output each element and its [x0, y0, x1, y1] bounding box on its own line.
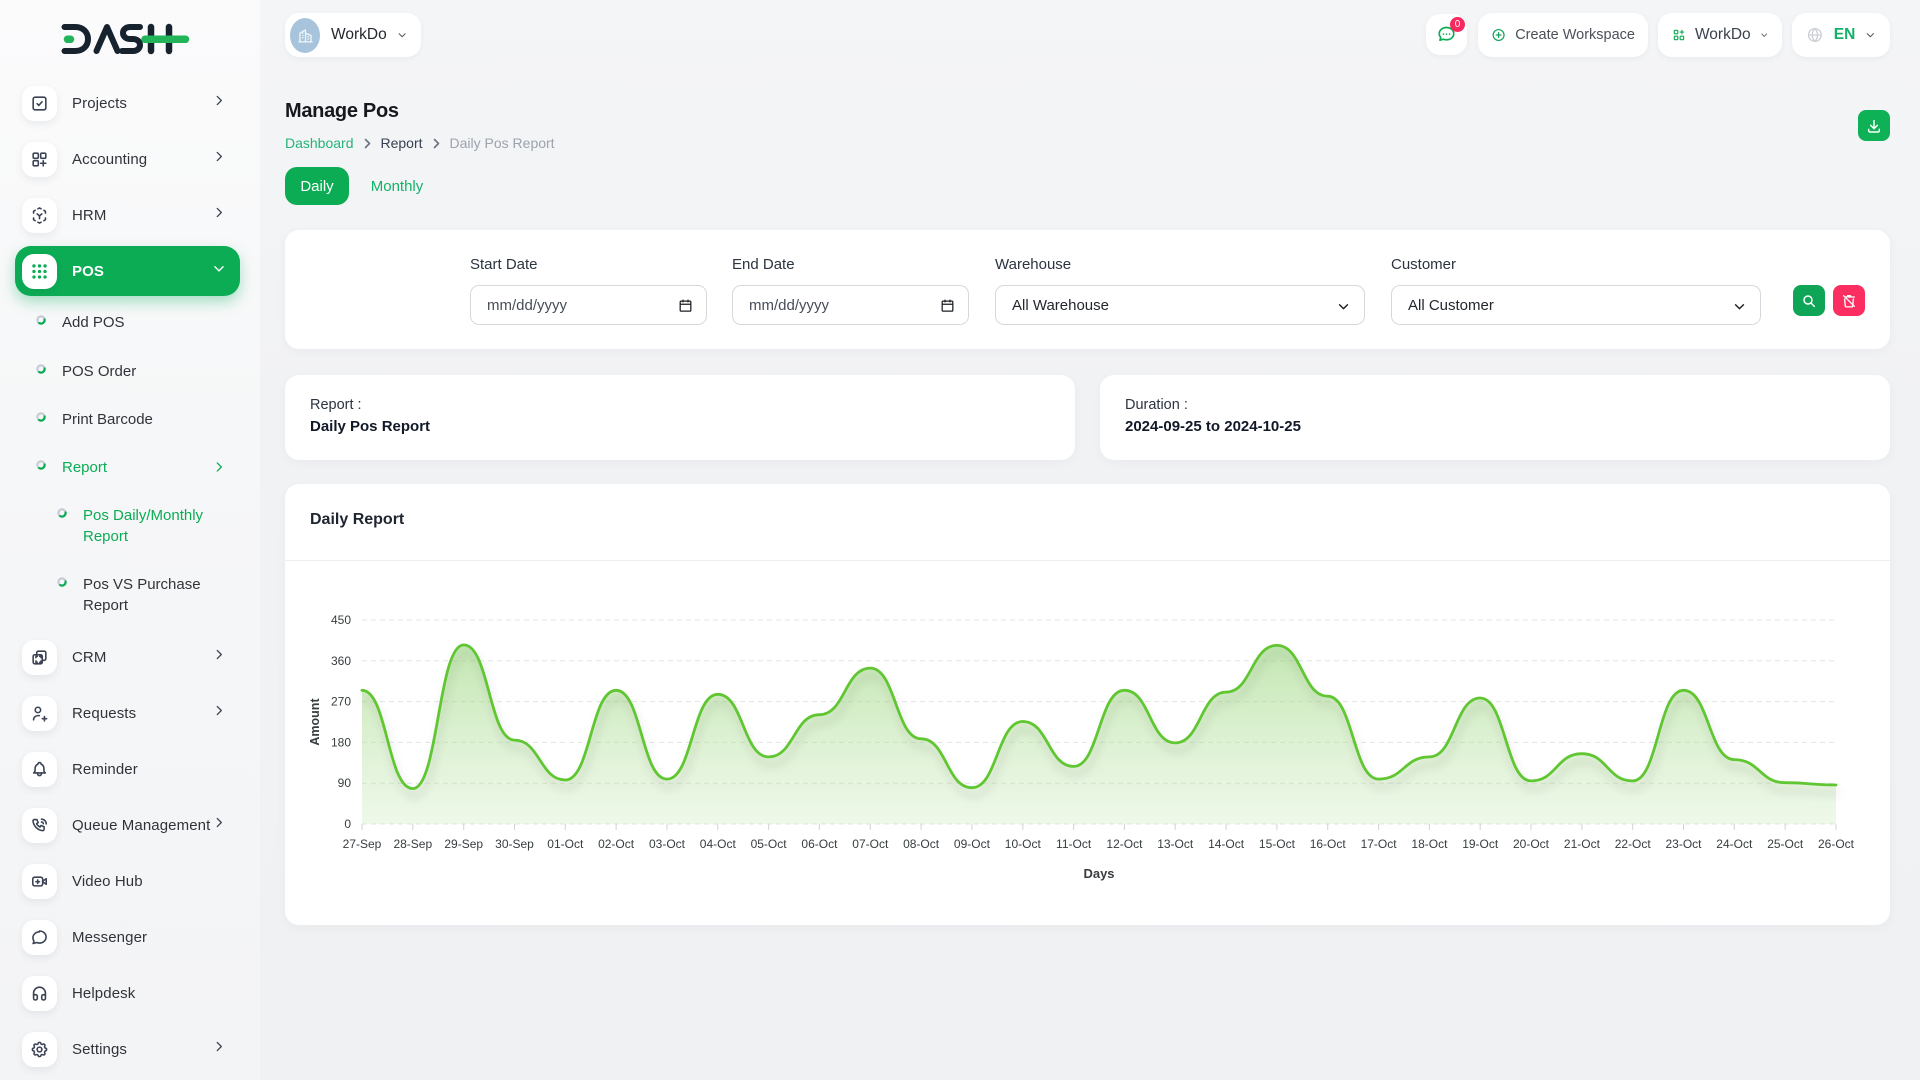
svg-text:04-Oct: 04-Oct — [700, 837, 737, 851]
svg-text:13-Oct: 13-Oct — [1157, 837, 1194, 851]
svg-text:05-Oct: 05-Oct — [751, 837, 788, 851]
svg-text:15-Oct: 15-Oct — [1259, 837, 1296, 851]
svg-text:12-Oct: 12-Oct — [1106, 837, 1143, 851]
svg-text:360: 360 — [331, 654, 351, 668]
svg-text:10-Oct: 10-Oct — [1005, 837, 1042, 851]
svg-text:22-Oct: 22-Oct — [1615, 837, 1652, 851]
svg-text:02-Oct: 02-Oct — [598, 837, 635, 851]
svg-text:26-Oct: 26-Oct — [1818, 837, 1855, 851]
svg-text:0: 0 — [344, 817, 351, 831]
svg-text:27-Sep: 27-Sep — [343, 837, 382, 851]
svg-text:16-Oct: 16-Oct — [1310, 837, 1347, 851]
svg-text:11-Oct: 11-Oct — [1056, 837, 1092, 851]
svg-text:07-Oct: 07-Oct — [852, 837, 889, 851]
svg-text:14-Oct: 14-Oct — [1208, 837, 1245, 851]
svg-text:30-Sep: 30-Sep — [495, 837, 534, 851]
svg-text:23-Oct: 23-Oct — [1665, 837, 1702, 851]
svg-text:21-Oct: 21-Oct — [1564, 837, 1601, 851]
svg-text:Amount: Amount — [308, 698, 322, 746]
svg-text:25-Oct: 25-Oct — [1767, 837, 1804, 851]
svg-text:270: 270 — [331, 695, 351, 709]
svg-text:18-Oct: 18-Oct — [1411, 837, 1448, 851]
svg-text:17-Oct: 17-Oct — [1361, 837, 1398, 851]
svg-text:24-Oct: 24-Oct — [1716, 837, 1753, 851]
svg-text:28-Sep: 28-Sep — [393, 837, 432, 851]
svg-text:03-Oct: 03-Oct — [649, 837, 686, 851]
svg-text:Days: Days — [1083, 866, 1114, 881]
svg-text:08-Oct: 08-Oct — [903, 837, 940, 851]
svg-text:180: 180 — [331, 735, 351, 749]
svg-text:06-Oct: 06-Oct — [801, 837, 838, 851]
svg-text:01-Oct: 01-Oct — [547, 837, 584, 851]
svg-text:19-Oct: 19-Oct — [1462, 837, 1499, 851]
svg-text:29-Sep: 29-Sep — [444, 837, 483, 851]
svg-text:90: 90 — [338, 776, 352, 790]
svg-text:20-Oct: 20-Oct — [1513, 837, 1550, 851]
svg-text:09-Oct: 09-Oct — [954, 837, 991, 851]
svg-text:450: 450 — [331, 613, 351, 627]
